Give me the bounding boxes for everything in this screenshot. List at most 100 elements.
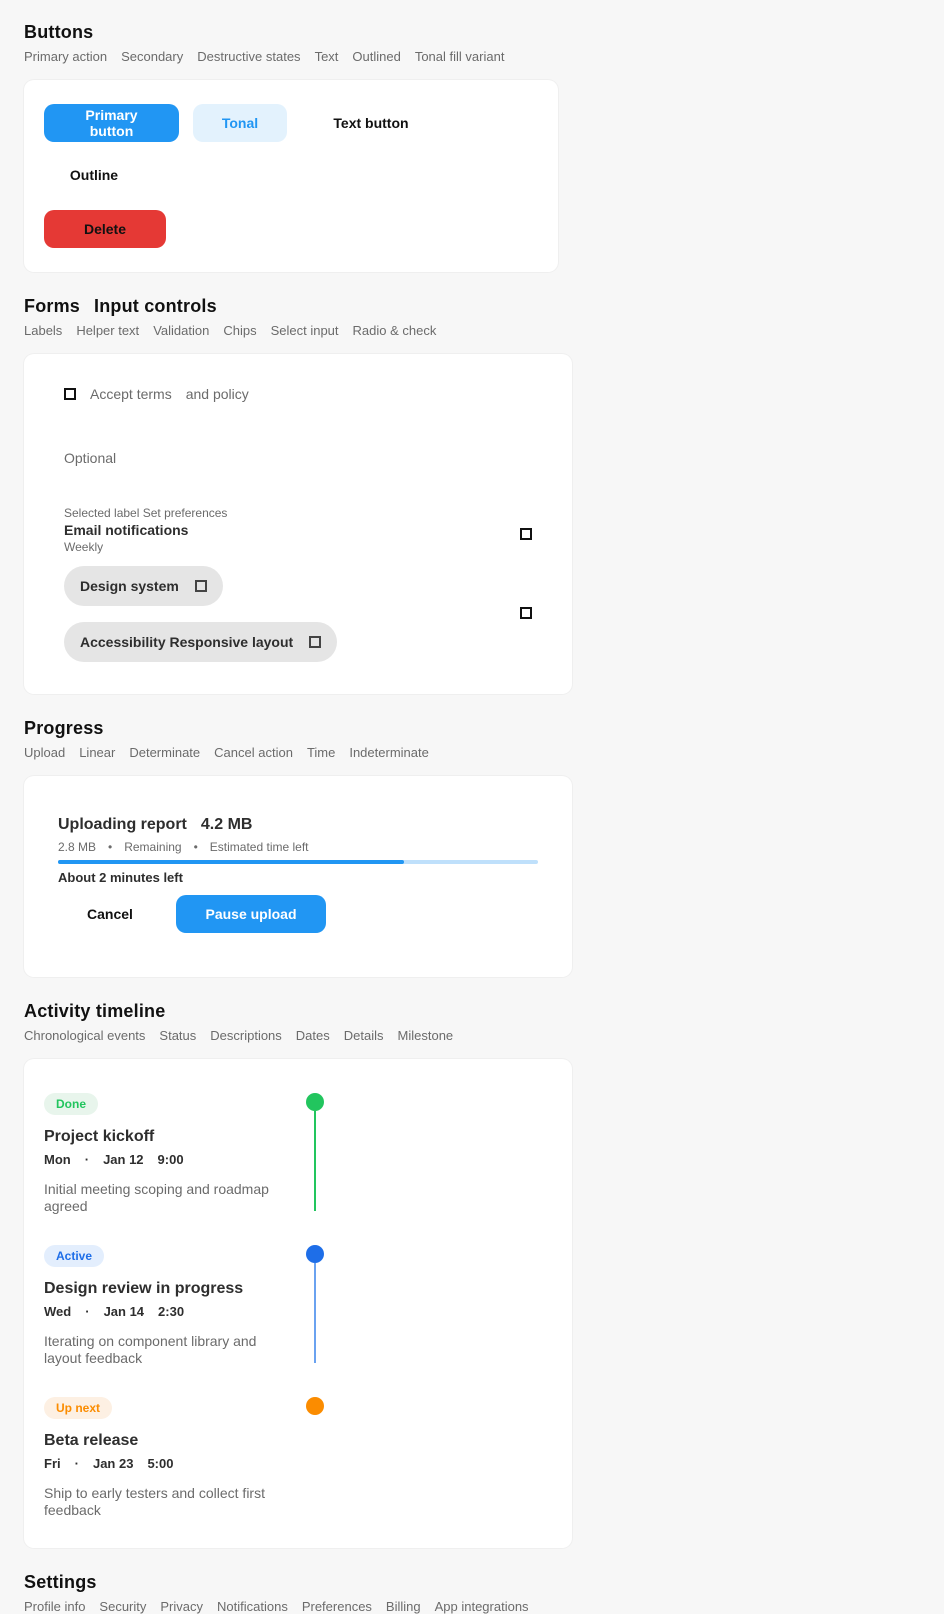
tonal-button[interactable]: Tonal	[193, 104, 287, 142]
tag: Destructive states	[197, 49, 301, 64]
tag: Labels	[24, 323, 63, 338]
tag: Details	[343, 1028, 384, 1043]
timeline-line	[314, 1111, 316, 1211]
progress-tags: Upload Linear Determinate Cancel action …	[24, 745, 920, 760]
timeline-line	[314, 1262, 316, 1363]
date-part: Jan 14	[103, 1303, 145, 1319]
timeline-title: Design review in progress	[44, 1279, 244, 1297]
status-badge: Done	[44, 1093, 98, 1115]
status-badge: Active	[44, 1244, 105, 1267]
row-checkbox-icon[interactable]	[520, 607, 532, 619]
chip-accessibility[interactable]: Accessibility Responsive layout	[64, 622, 338, 662]
date-part: Jan 23	[92, 1455, 134, 1471]
date-part: Mon	[44, 1152, 71, 1168]
chip-label: Design system	[80, 578, 179, 594]
cancel-button[interactable]: Cancel	[58, 895, 162, 933]
timeline-tags: Chronological events Status Descriptions…	[24, 1028, 920, 1043]
time-remaining: About 2 minutes left	[58, 870, 183, 885]
meta-item: Estimated time left	[209, 840, 309, 854]
tag: Preferences	[301, 1599, 372, 1614]
chip-row-2: Accessibility Responsive layout	[64, 607, 532, 662]
tag: Chips	[223, 323, 257, 338]
tag: Dates	[295, 1028, 330, 1043]
tag: Chronological events	[24, 1028, 146, 1043]
timeline-rail	[306, 1396, 326, 1519]
section-title-progress: Progress	[24, 718, 104, 738]
upload-meta: 2.8 MB • Remaining • Estimated time left	[58, 840, 538, 854]
field-helper: Selected label Set preferences	[64, 506, 228, 520]
terms-checkbox-row[interactable]: Accept terms and policy	[64, 386, 532, 402]
buttons-card: Primary button Tonal Text button Outline…	[24, 80, 558, 272]
meta-item: Remaining	[124, 840, 182, 854]
date-part: 5:00	[147, 1455, 174, 1471]
progress-card: Uploading report 4.2 MB 2.8 MB • Remaini…	[24, 776, 572, 977]
tag: Primary action	[24, 49, 108, 64]
tag: Text	[314, 49, 339, 64]
optional-label: Optional	[64, 450, 117, 466]
date-part: 9:00	[157, 1152, 184, 1168]
timeline-dot	[306, 1244, 324, 1263]
tag: App integrations	[434, 1599, 529, 1614]
meta-item: •	[108, 840, 113, 854]
section-title-buttons: Buttons	[24, 22, 94, 42]
chip-design-system[interactable]: Design system	[64, 566, 223, 606]
outline-button[interactable]: Outline	[44, 156, 144, 194]
timeline-item: Done Project kickoff Mon · Jan 12 9:00 I…	[44, 1093, 552, 1215]
tag: Validation	[153, 323, 210, 338]
field-caption: Weekly	[64, 540, 104, 554]
meta-item: 2.8 MB	[58, 840, 97, 854]
timeline-rail	[306, 1244, 326, 1367]
upload-actions: Cancel Pause upload	[58, 895, 538, 933]
buttons-tags: Primary action Secondary Destructive sta…	[24, 49, 920, 64]
chip-check-icon[interactable]	[309, 636, 322, 648]
tag: Helper text	[76, 323, 140, 338]
upload-progress-bar	[58, 860, 538, 864]
date-part: ·	[84, 1152, 90, 1168]
chip-check-icon[interactable]	[194, 580, 207, 592]
field-title: Email notifications	[64, 522, 189, 538]
tag: Tonal fill variant	[414, 49, 505, 64]
tag: Notifications	[217, 1599, 288, 1614]
timeline-title: Beta release	[44, 1431, 139, 1449]
section-title-forms: Forms	[24, 296, 81, 316]
tag: Determinate	[129, 745, 201, 760]
upload-file-size: 4.2 MB	[200, 816, 253, 833]
tag: Select input	[270, 323, 339, 338]
tag: Profile info	[24, 1599, 86, 1614]
settings-tags: Profile info Security Privacy Notificati…	[24, 1599, 920, 1614]
meta-item: •	[193, 840, 198, 854]
upload-file-title: Uploading report	[58, 816, 187, 833]
chip-row-1: Design system	[64, 566, 532, 606]
timeline-date: Mon · Jan 12 9:00	[44, 1152, 280, 1167]
timeline-title: Project kickoff	[44, 1128, 155, 1145]
checkbox-meta: and policy	[185, 386, 249, 402]
chip-label: Accessibility Responsive layout	[80, 634, 294, 650]
tag: Descriptions	[210, 1028, 282, 1043]
date-part: 2:30	[158, 1303, 185, 1319]
timeline-date: Wed · Jan 14 2:30	[44, 1304, 280, 1319]
progress-fill	[58, 860, 404, 864]
section-title-timeline: Activity timeline	[24, 1001, 166, 1021]
primary-button[interactable]: Primary button	[44, 104, 179, 142]
field-checkbox-icon[interactable]	[520, 528, 532, 540]
tag: Outlined	[352, 49, 401, 64]
date-part: ·	[85, 1303, 90, 1319]
tag: Security	[99, 1599, 147, 1614]
pause-upload-button[interactable]: Pause upload	[176, 895, 326, 933]
forms-card: Accept terms and policy Optional Selecte…	[24, 354, 572, 694]
text-button[interactable]: Text button	[301, 104, 441, 142]
status-badge: Up next	[44, 1396, 113, 1419]
delete-button[interactable]: Delete	[44, 210, 166, 248]
timeline-dot	[306, 1396, 324, 1415]
checkbox-icon[interactable]	[64, 388, 76, 400]
notification-field: Selected label Set preferences Email not…	[64, 506, 532, 554]
timeline-body: Ship to early testers and collect first …	[44, 1484, 265, 1518]
tag: Secondary	[121, 49, 184, 64]
checkbox-label: Accept terms	[90, 386, 172, 402]
tag: Privacy	[160, 1599, 204, 1614]
timeline-dot	[306, 1093, 324, 1111]
timeline-body: Initial meeting scoping and roadmap agre…	[44, 1181, 269, 1214]
buttons-row: Primary button Tonal Text button Outline	[44, 104, 538, 194]
tag: Milestone	[397, 1028, 454, 1043]
tag: Status	[159, 1028, 197, 1043]
